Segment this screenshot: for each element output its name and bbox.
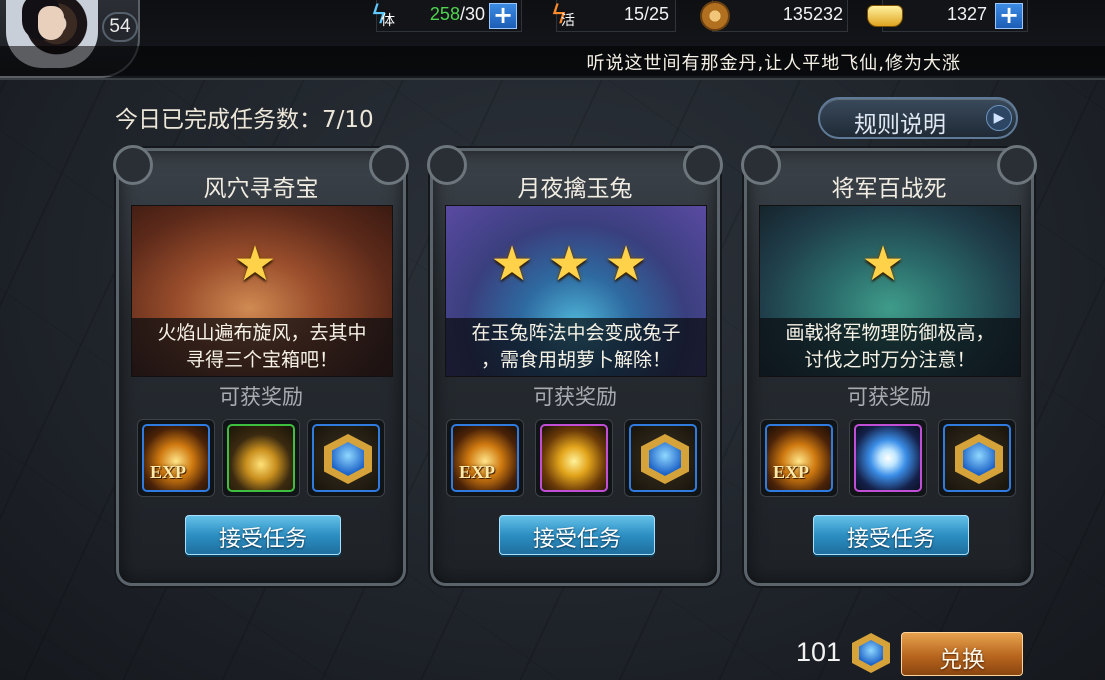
star-icon: ★ <box>490 236 548 292</box>
mission-scene-image: ★★★ 在玉兔阵法中会变成兔子 ，需食用胡萝卜解除！ <box>445 205 707 377</box>
difficulty-stars: ★ <box>760 236 1020 292</box>
gold-coins-icon <box>227 424 295 492</box>
mission-title: 月夜擒玉兔 <box>517 176 633 202</box>
stamina-resource: ϟ体 258/30 + <box>370 0 522 32</box>
reward-slot[interactable] <box>535 419 613 497</box>
star-icon: ★ <box>547 236 605 292</box>
reward-slot[interactable]: EXP <box>760 419 838 497</box>
difficulty-stars: ★ <box>132 236 392 292</box>
mission-scene-image: ★ 火焰山遍布旋风，去其中 寻得三个宝箱吧！ <box>131 205 393 377</box>
flame-vitality-icon: ϟ活 <box>550 0 575 30</box>
reward-label: 可获奖励 <box>219 385 303 409</box>
exp-icon: EXP <box>765 424 833 492</box>
exp-icon: EXP <box>451 424 519 492</box>
blue-gem-icon <box>312 424 380 492</box>
top-bar: 54 ϟ体 258/30 + ϟ活 15/25 135232 1327 + 听说… <box>0 0 1105 80</box>
gold-resource: 1327 + <box>867 0 1028 32</box>
ticker-text: 听说这世间有那金丹,让人平地飞仙,修为大涨 <box>586 53 961 74</box>
reward-list: EXP <box>755 419 1023 497</box>
copper-value: 135232 <box>782 4 843 24</box>
gold-value: 1327 <box>946 4 987 24</box>
star-icon: ★ <box>861 236 919 292</box>
reward-label: 可获奖励 <box>847 385 931 409</box>
mission-title: 将军百战死 <box>831 176 947 202</box>
reward-slot[interactable]: EXP <box>137 419 215 497</box>
completed-count: 今日已完成任务数：7/10 <box>115 107 374 133</box>
reward-label: 可获奖励 <box>533 385 617 409</box>
star-icon: ★ <box>604 236 662 292</box>
reward-slot[interactable] <box>849 419 927 497</box>
player-level: 54 <box>102 12 138 42</box>
add-gold-button[interactable]: + <box>995 3 1023 29</box>
spirit-orb-icon <box>854 424 922 492</box>
blue-gem-icon <box>629 424 697 492</box>
gold-bag-icon <box>540 424 608 492</box>
lightning-stamina-icon: ϟ体 <box>370 0 395 30</box>
gold-ingot-icon <box>865 0 905 34</box>
vitality-resource: ϟ活 15/25 <box>550 0 676 32</box>
mission-description: 画戟将军物理防御极高， 讨伐之时万分注意！ <box>760 318 1020 376</box>
announcement-ticker: 听说这世间有那金丹,让人平地飞仙,修为大涨 <box>0 46 1105 76</box>
reward-slot[interactable]: EXP <box>446 419 524 497</box>
reward-slot[interactable] <box>624 419 702 497</box>
play-arrow-icon: ▶ <box>986 105 1012 131</box>
mission-description: 火焰山遍布旋风，去其中 寻得三个宝箱吧！ <box>132 318 392 376</box>
mission-scene-image: ★ 画戟将军物理防御极高， 讨伐之时万分注意！ <box>759 205 1021 377</box>
add-stamina-button[interactable]: + <box>489 3 517 29</box>
copper-coin-icon <box>695 0 735 34</box>
reward-slot[interactable] <box>222 419 300 497</box>
stamina-current: 258 <box>429 4 460 24</box>
accept-mission-button[interactable]: 接受任务 <box>813 515 969 555</box>
vitality-value: 15/25 <box>623 4 669 24</box>
difficulty-stars: ★★★ <box>446 236 706 292</box>
rules-button-label: 规则说明 <box>854 112 946 138</box>
stamina-max: /30 <box>459 4 485 24</box>
accept-mission-button[interactable]: 接受任务 <box>185 515 341 555</box>
reward-list: EXP <box>127 419 395 497</box>
reward-list: EXP <box>441 419 709 497</box>
mission-card: 月夜擒玉兔 ★★★ 在玉兔阵法中会变成兔子 ，需食用胡萝卜解除！ 可获奖励 EX… <box>427 145 723 586</box>
rules-button[interactable]: 规则说明 ▶ <box>818 97 1018 139</box>
accept-mission-button[interactable]: 接受任务 <box>499 515 655 555</box>
blue-gem-icon <box>943 424 1011 492</box>
reward-slot[interactable] <box>307 419 385 497</box>
mission-description: 在玉兔阵法中会变成兔子 ，需食用胡萝卜解除！ <box>446 318 706 376</box>
mission-card: 风穴寻奇宝 ★ 火焰山遍布旋风，去其中 寻得三个宝箱吧！ 可获奖励 EXP 接受… <box>113 145 409 586</box>
star-icon: ★ <box>233 236 291 292</box>
exp-icon: EXP <box>142 424 210 492</box>
gem-currency-amount: 101 <box>796 637 842 667</box>
reward-slot[interactable] <box>938 419 1016 497</box>
mission-card: 将军百战死 ★ 画戟将军物理防御极高， 讨伐之时万分注意！ 可获奖励 EXP 接… <box>741 145 1037 586</box>
mission-title: 风穴寻奇宝 <box>203 176 319 202</box>
exchange-button[interactable]: 兑换 <box>901 632 1023 676</box>
copper-resource: 135232 <box>700 0 848 32</box>
